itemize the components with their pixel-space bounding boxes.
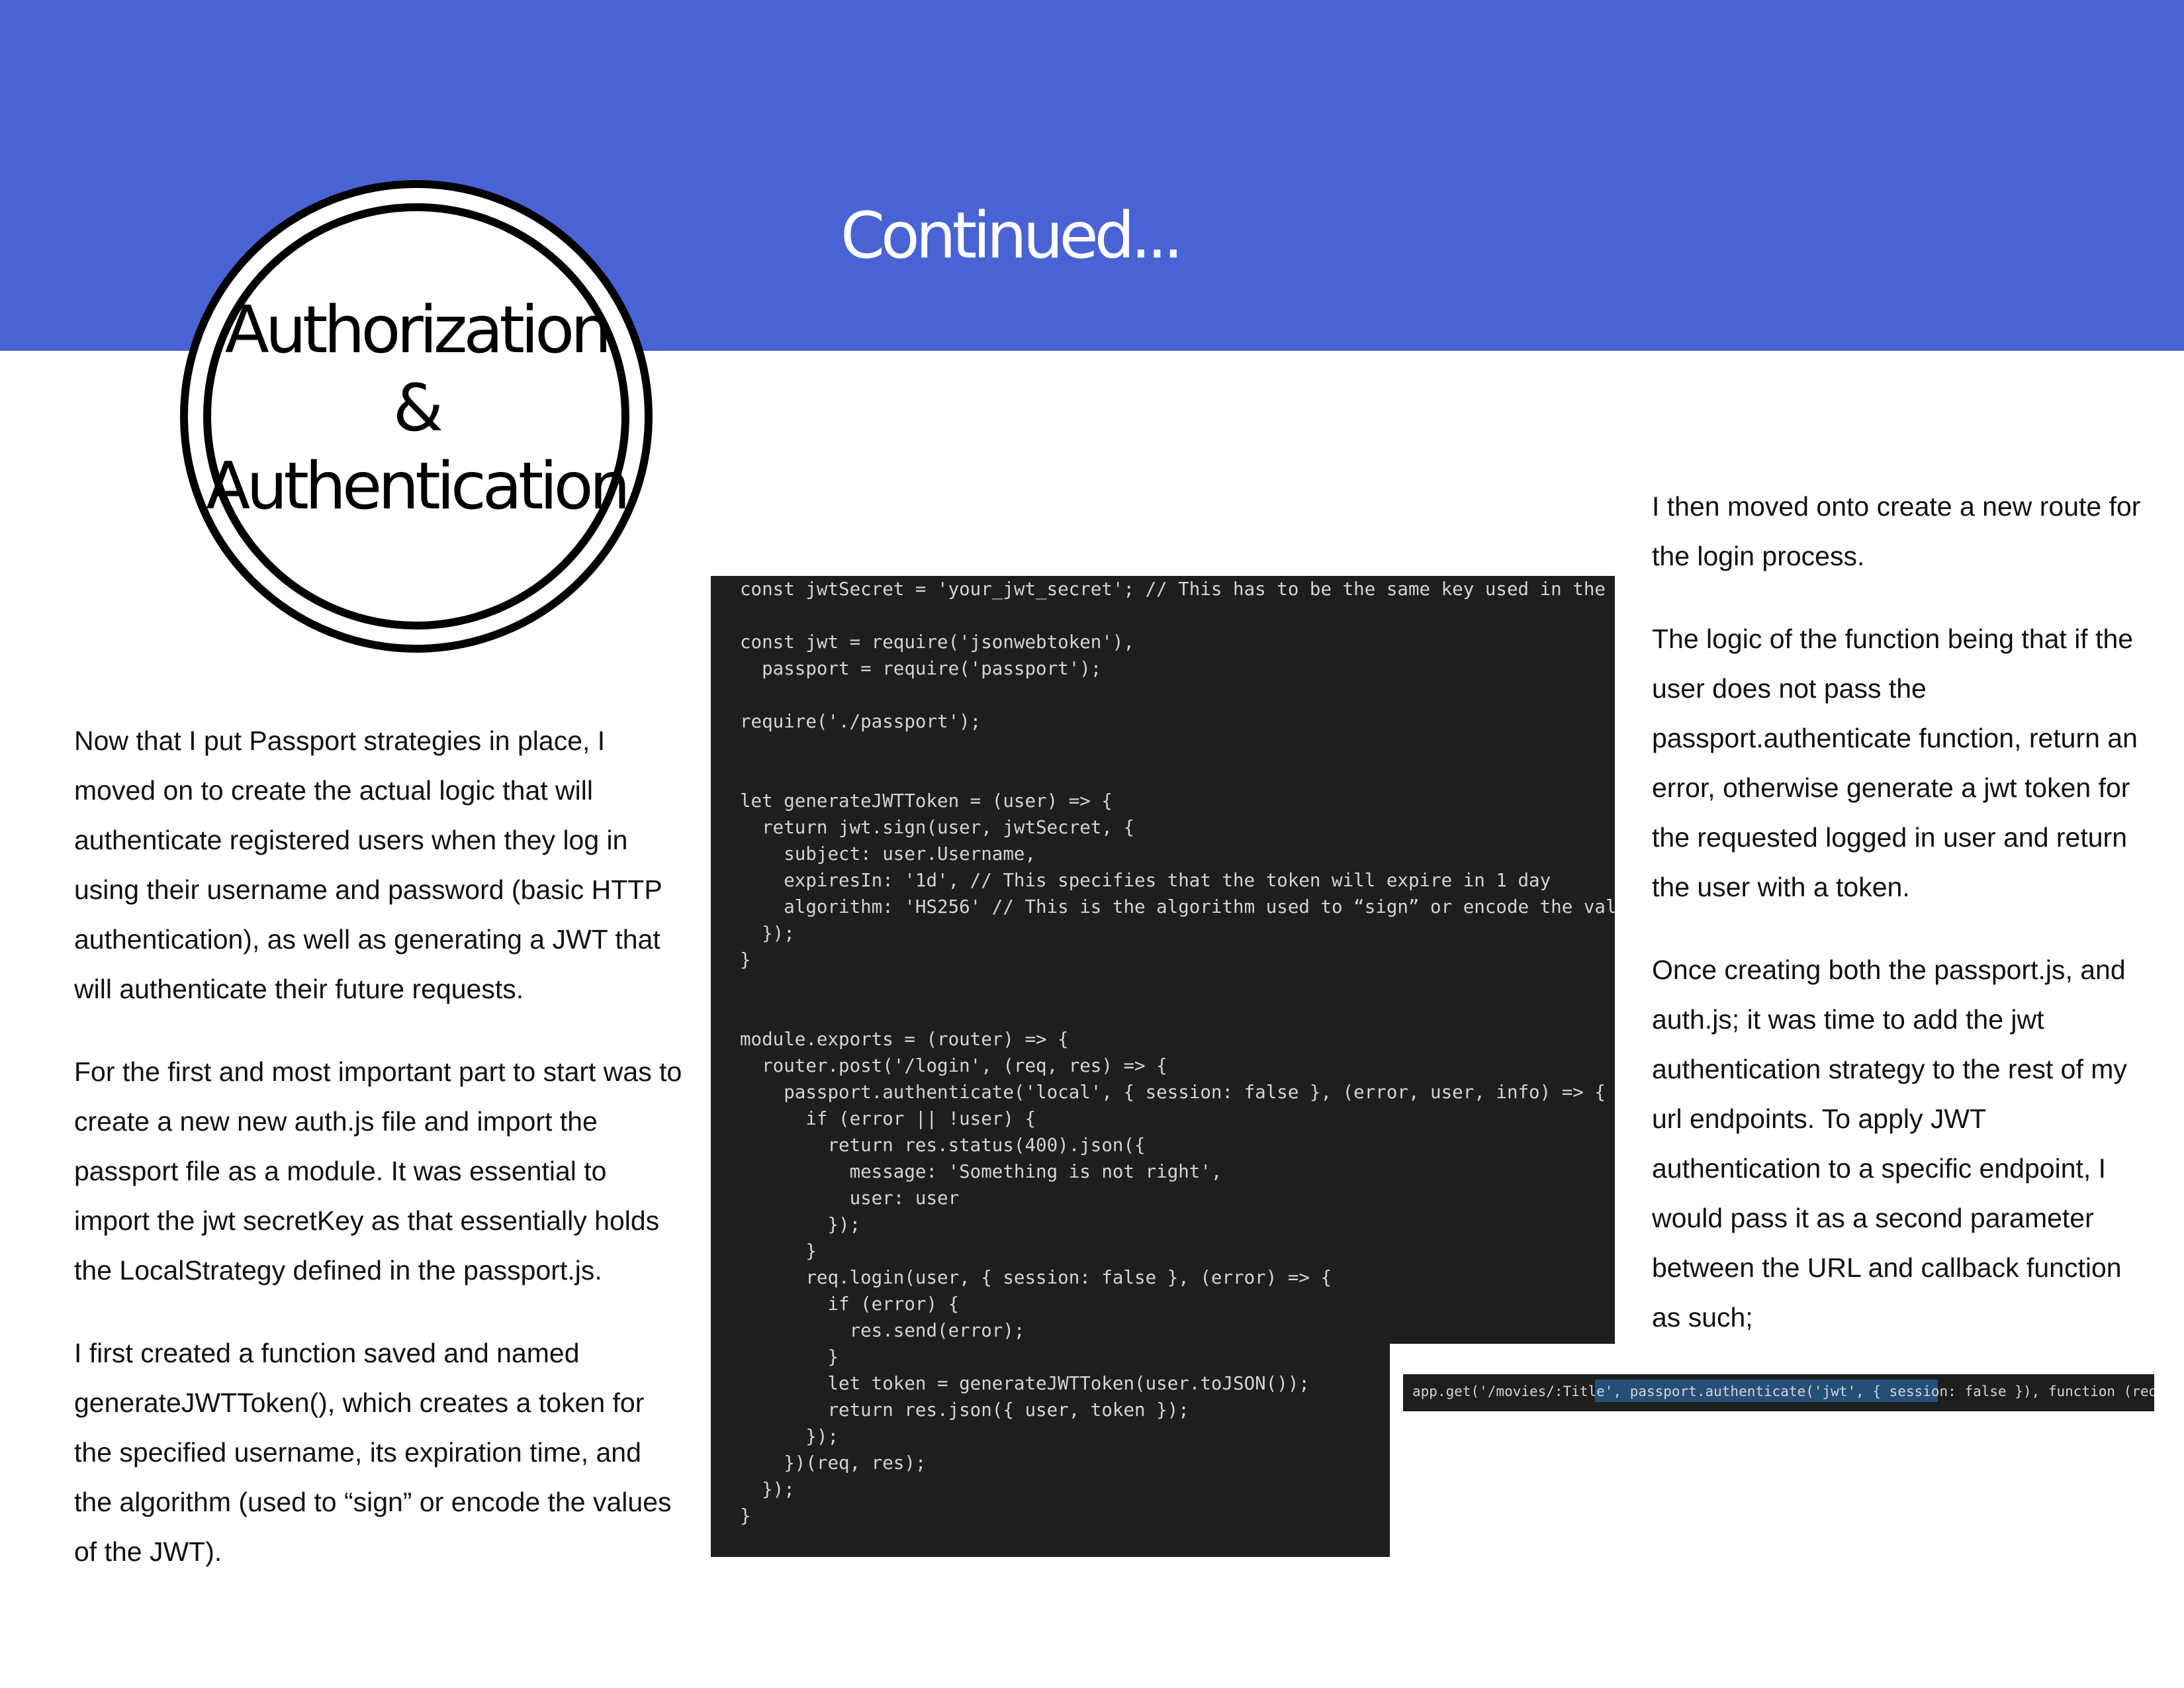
code-line: res.send(error);	[740, 1320, 1025, 1341]
paragraph: Once creating both the passport.js, and …	[1652, 955, 2127, 1333]
page-title-line: Authorization	[224, 293, 612, 368]
code-line: const jwt = require('jsonwebtoken'),	[740, 632, 1135, 653]
code-line: return jwt.sign(user, jwtSecret, {	[740, 817, 1135, 838]
code-line: let generateJWTToken = (user) => {	[740, 790, 1113, 812]
code-line: require('./passport');	[740, 711, 981, 732]
code-line: expiresIn: '1d', // This specifies that …	[740, 870, 1551, 891]
left-text-column: Now that I put Passport strategies in pl…	[74, 716, 683, 1577]
page-title-line: Authentication	[206, 449, 630, 524]
code-line: });	[740, 923, 795, 944]
code-line: req.login(user, { session: false }, (err…	[740, 1267, 1332, 1288]
code-line: app.get('/movies/:Title', passport.authe…	[1412, 1383, 2154, 1399]
code-line: return res.status(400).json({	[740, 1135, 1146, 1156]
code-line: algorithm: 'HS256' // This is the algori…	[740, 896, 1615, 917]
page-title: Authorization & Authentication	[203, 291, 630, 526]
code-screenshot-endpoint: app.get('/movies/:Title', passport.authe…	[1403, 1374, 2154, 1411]
code-line: const jwtSecret = 'your_jwt_secret'; // …	[740, 579, 1615, 600]
code-line: if (error || !user) {	[740, 1108, 1036, 1129]
code-line: message: 'Something is not right',	[740, 1161, 1222, 1182]
code-line: router.post('/login', (req, res) => {	[740, 1055, 1167, 1076]
right-text-column: I then moved onto create a new route for…	[1652, 482, 2155, 1342]
code-line: passport = require('passport');	[740, 658, 1102, 679]
code-line: user: user	[740, 1188, 960, 1209]
code-line: }	[740, 949, 751, 970]
page-title-line: &	[392, 371, 443, 446]
paragraph: Now that I put Passport strategies in pl…	[74, 726, 662, 1004]
paragraph: I first created a function saved and nam…	[74, 1338, 672, 1567]
paragraph: I then moved onto create a new route for…	[1652, 491, 2141, 571]
code-line: });	[740, 1214, 861, 1235]
code-line: }	[740, 1241, 817, 1262]
paragraph: For the first and most important part to…	[74, 1056, 682, 1286]
code-line: subject: user.Username,	[740, 843, 1036, 865]
code-line: module.exports = (router) => {	[740, 1029, 1069, 1050]
paragraph: The logic of the function being that if …	[1652, 624, 2138, 902]
code-line: if (error) {	[740, 1293, 960, 1315]
code-line: passport.authenticate('local', { session…	[740, 1082, 1606, 1103]
page-subtitle: Continued...	[841, 199, 1183, 273]
